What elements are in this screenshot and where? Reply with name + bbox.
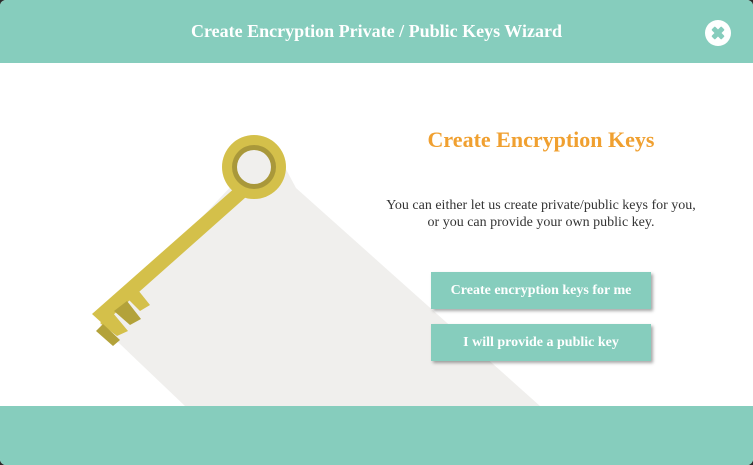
description-line: You can either let us create private/pub…: [386, 198, 696, 213]
dialog-header: Create Encryption Private / Public Keys …: [0, 0, 753, 64]
section-heading: Create Encryption Keys: [427, 127, 655, 152]
wizard-dialog: Create Encryption Private / Public Keys …: [0, 0, 753, 465]
provide-public-key-button[interactable]: I will provide a public key: [431, 324, 651, 361]
description-text: You can either let us create private/pub…: [345, 197, 737, 231]
dialog-footer: [0, 406, 753, 465]
close-button[interactable]: [705, 20, 731, 46]
dialog-title: Create Encryption Private / Public Keys …: [191, 21, 562, 41]
close-icon: [711, 26, 725, 40]
create-keys-button[interactable]: Create encryption keys for me: [431, 272, 651, 309]
dialog-content: Create Encryption Keys You can either le…: [0, 63, 753, 406]
description-line: or you can provide your own public key.: [427, 215, 655, 230]
